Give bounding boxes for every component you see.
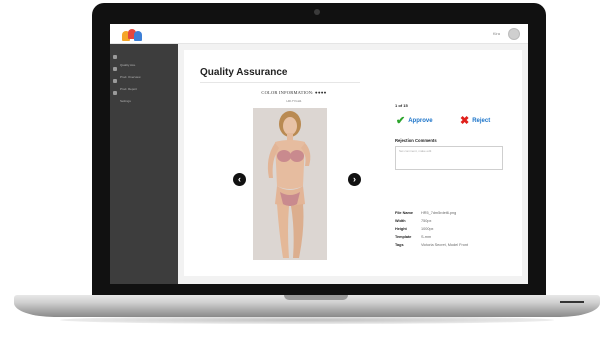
rejection-comments-label: Rejection Comments [395, 138, 437, 143]
menu-dot-icon [113, 67, 117, 71]
meta-value: HR5_7dm5rdet6.png [421, 211, 457, 215]
image-id: HR-7YGH1 [286, 99, 302, 103]
sidebar-item-settings[interactable]: Settings [110, 89, 178, 103]
meta-key: Template [395, 235, 412, 239]
previous-arrow-icon[interactable]: ‹ [233, 173, 246, 186]
meta-key: Tags [395, 243, 404, 247]
camera-icon [314, 9, 320, 15]
sidebar-item-report[interactable]: Prod. Report [110, 77, 178, 91]
file-metadata: File Name HR5_7dm5rdet6.png Width 750px … [395, 210, 468, 250]
reject-button[interactable]: ✖ Reject [460, 115, 490, 127]
model-image [253, 108, 327, 260]
laptop-notch [284, 295, 348, 300]
check-icon: ✔ [396, 114, 406, 127]
app-header: Kira [110, 24, 528, 44]
meta-key: Height [395, 227, 407, 231]
sidebar: Quality Ass. Prod. Overview Prod. Report… [110, 44, 178, 284]
x-icon: ✖ [460, 114, 470, 127]
user-avatar[interactable] [508, 28, 520, 40]
laptop-edge-line [560, 301, 584, 303]
app-logo[interactable] [122, 29, 142, 41]
meta-row: Height 1000px [395, 226, 468, 234]
laptop-shadow [60, 316, 554, 324]
meta-value: 1000px [421, 227, 434, 231]
meta-row: File Name HR5_7dm5rdet6.png [395, 210, 468, 218]
rejection-comments-field[interactable]: Set comment, make edit [395, 146, 503, 170]
main-content: Quality Assurance COLOR INFORMATION: ●●●… [184, 50, 522, 276]
meta-value: Victoria Secret, Model Front [421, 243, 468, 247]
meta-row: Tags Victoria Secret, Model Front [395, 242, 468, 250]
image-counter: 1 of 15 [395, 103, 408, 108]
reject-label: Reject [472, 118, 491, 124]
laptop-lid: Kira Quality Ass. Prod. Overview Prod. R… [92, 3, 546, 299]
approve-button[interactable]: ✔ Approve [396, 115, 433, 127]
meta-row: Template S-mm [395, 234, 468, 242]
meta-key: Width [395, 219, 406, 223]
sidebar-item-label: Settings [120, 99, 131, 103]
meta-row: Width 750px [395, 218, 468, 226]
sidebar-item-overview[interactable]: Prod. Overview [110, 65, 178, 79]
logo-petal-icon [134, 31, 142, 41]
meta-value: S-mm [421, 235, 432, 239]
user-name[interactable]: Kira [493, 31, 500, 36]
laptop-screen: Kira Quality Ass. Prod. Overview Prod. R… [110, 24, 528, 284]
laptop-base [14, 295, 600, 317]
meta-value: 750px [421, 219, 432, 223]
menu-dot-icon [113, 79, 117, 83]
sidebar-item-quality[interactable]: Quality Ass. [110, 53, 178, 67]
divider [200, 82, 360, 83]
page-title: Quality Assurance [200, 67, 288, 78]
meta-key: File Name [395, 211, 413, 215]
approve-label: Approve [408, 118, 433, 124]
next-arrow-icon[interactable]: › [348, 173, 361, 186]
menu-dot-icon [113, 91, 117, 95]
product-photo [253, 108, 327, 260]
color-information: COLOR INFORMATION: ●●●● [261, 90, 327, 95]
menu-dot-icon [113, 55, 117, 59]
